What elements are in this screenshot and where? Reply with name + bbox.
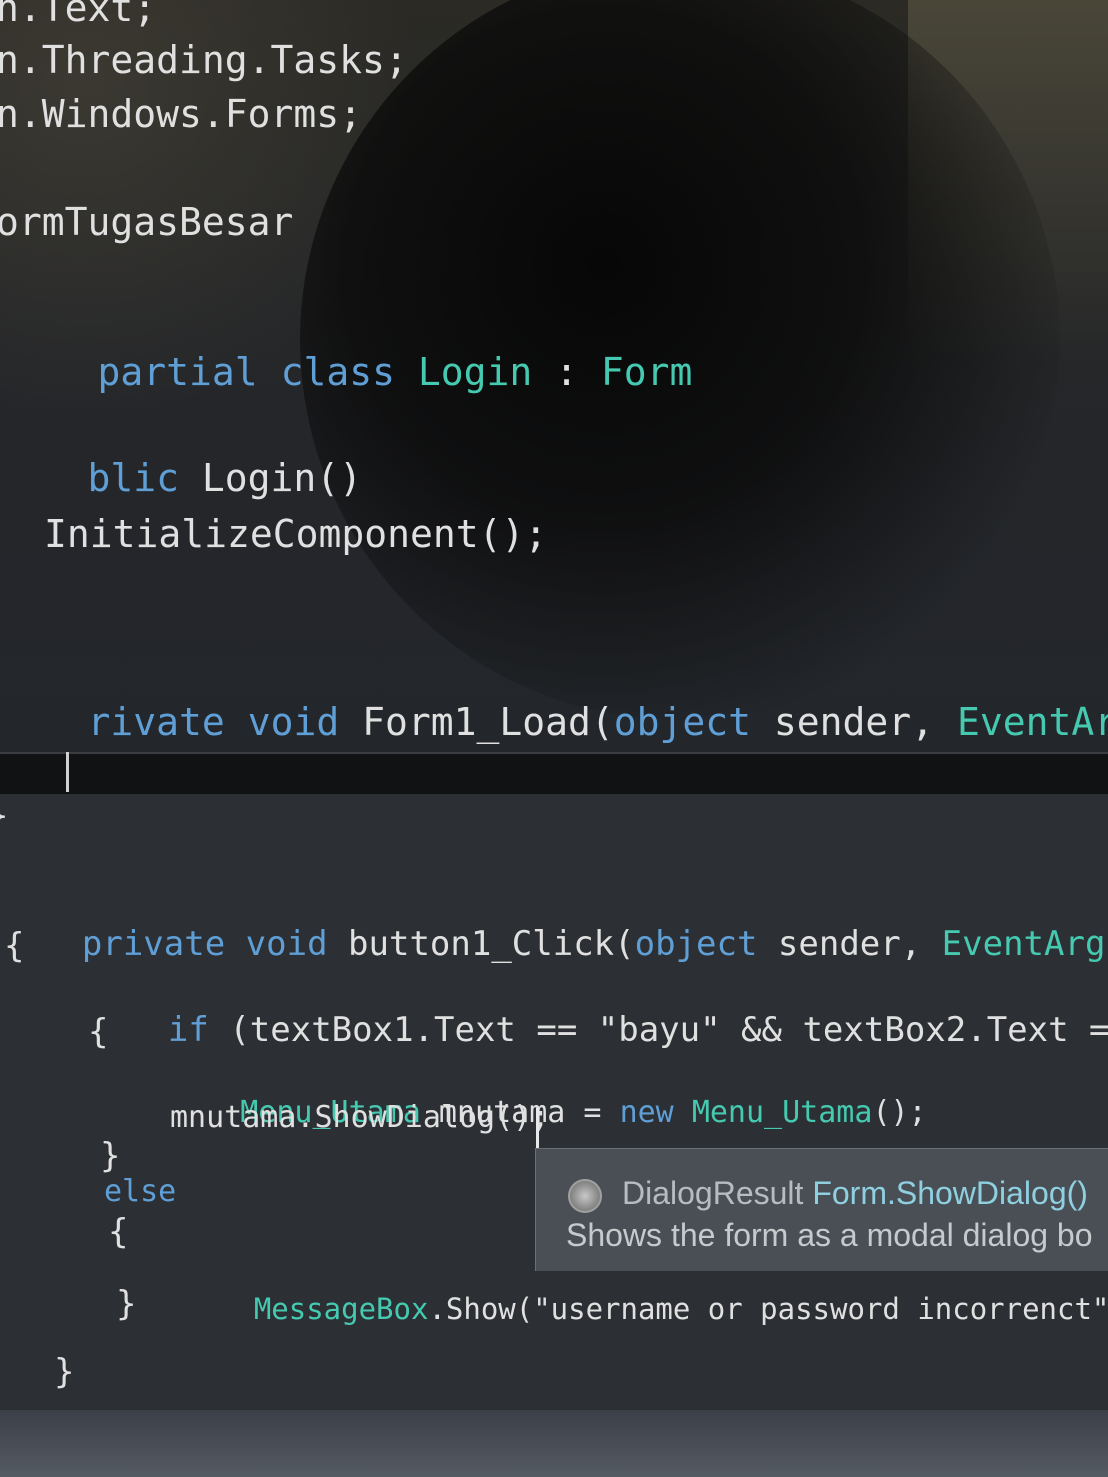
intellisense-tooltip: DialogResult Form.ShowDialog() Shows the… — [535, 1148, 1108, 1271]
keyword-void: void — [247, 700, 340, 744]
class-colon: : — [532, 350, 601, 394]
keyword-void: void — [245, 924, 328, 964]
code-line-namespace: ormTugasBesar — [0, 200, 294, 244]
code-line-if-open: { — [88, 1012, 109, 1052]
param-sender: sender, — [757, 924, 942, 964]
screen-glare-right — [908, 0, 1108, 600]
edit-cursor — [536, 1108, 539, 1150]
type-messagebox: MessageBox — [253, 1292, 429, 1326]
code-line-using-text: n.Text; — [0, 0, 157, 30]
code-line-using-forms: n.Windows.Forms; — [0, 92, 363, 136]
code-line-close-brace: } — [0, 796, 8, 836]
ctor-name: Login() — [179, 456, 363, 500]
base-class: Form — [600, 350, 693, 394]
keyword-new: new — [619, 1095, 674, 1130]
ctor-call-end: (); — [872, 1095, 927, 1130]
editor-bottom-bar — [0, 1410, 1108, 1477]
keyword-class: class — [280, 350, 395, 394]
code-editor-photo: n.Text; n.Threading.Tasks; n.Windows.For… — [0, 0, 1108, 1477]
code-line-method-close: } — [54, 1352, 75, 1392]
keyword-else: else — [104, 1174, 177, 1209]
param-sender: sender, — [751, 700, 957, 744]
messagebox-call: .Show("username or password incorrenct" — [428, 1292, 1108, 1326]
code-line-messagebox: MessageBox.Show("username or password in… — [184, 1258, 1108, 1360]
tooltip-return-type: DialogResult — [622, 1175, 804, 1211]
type-object: object — [613, 700, 752, 744]
method-name-click: button1_Click( — [327, 924, 635, 964]
keyword-public: blic — [87, 456, 180, 500]
code-line-else-open: { — [108, 1212, 129, 1252]
keyword-private: rivate — [87, 700, 225, 744]
text-caret — [66, 752, 69, 792]
tooltip-description: Shows the form as a modal dialog bo — [566, 1217, 1093, 1253]
keyword-partial: partial — [97, 350, 258, 394]
code-line-else-close: } — [116, 1284, 137, 1324]
editor-split-bar[interactable] — [0, 752, 1108, 796]
method-icon — [568, 1179, 602, 1213]
if-condition: (textBox1.Text == "bayu" && textBox2.Tex… — [229, 1010, 1108, 1050]
type-eventargs: EventArgs — [941, 924, 1108, 964]
keyword-if: if — [167, 1010, 209, 1050]
method-name-load: Form1_Load( — [339, 700, 614, 744]
code-line-open-brace: { — [4, 926, 25, 966]
code-line-using-tasks: n.Threading.Tasks; — [0, 38, 408, 82]
class-name: Login — [417, 350, 533, 394]
code-line-init: InitializeComponent(); — [44, 512, 548, 556]
tooltip-signature: DialogResult Form.ShowDialog() — [622, 1175, 1088, 1212]
keyword-private: private — [81, 924, 226, 964]
type-eventargs: EventArgs — [956, 700, 1108, 744]
tooltip-method: Form.ShowDialog() — [803, 1175, 1088, 1211]
code-line-show-dialog: mnutama.ShowDialog(); — [170, 1100, 550, 1135]
code-line-if-close: } — [100, 1136, 121, 1176]
type-menu-utama-ctor: Menu_Utama — [691, 1095, 873, 1130]
type-object: object — [634, 924, 758, 964]
